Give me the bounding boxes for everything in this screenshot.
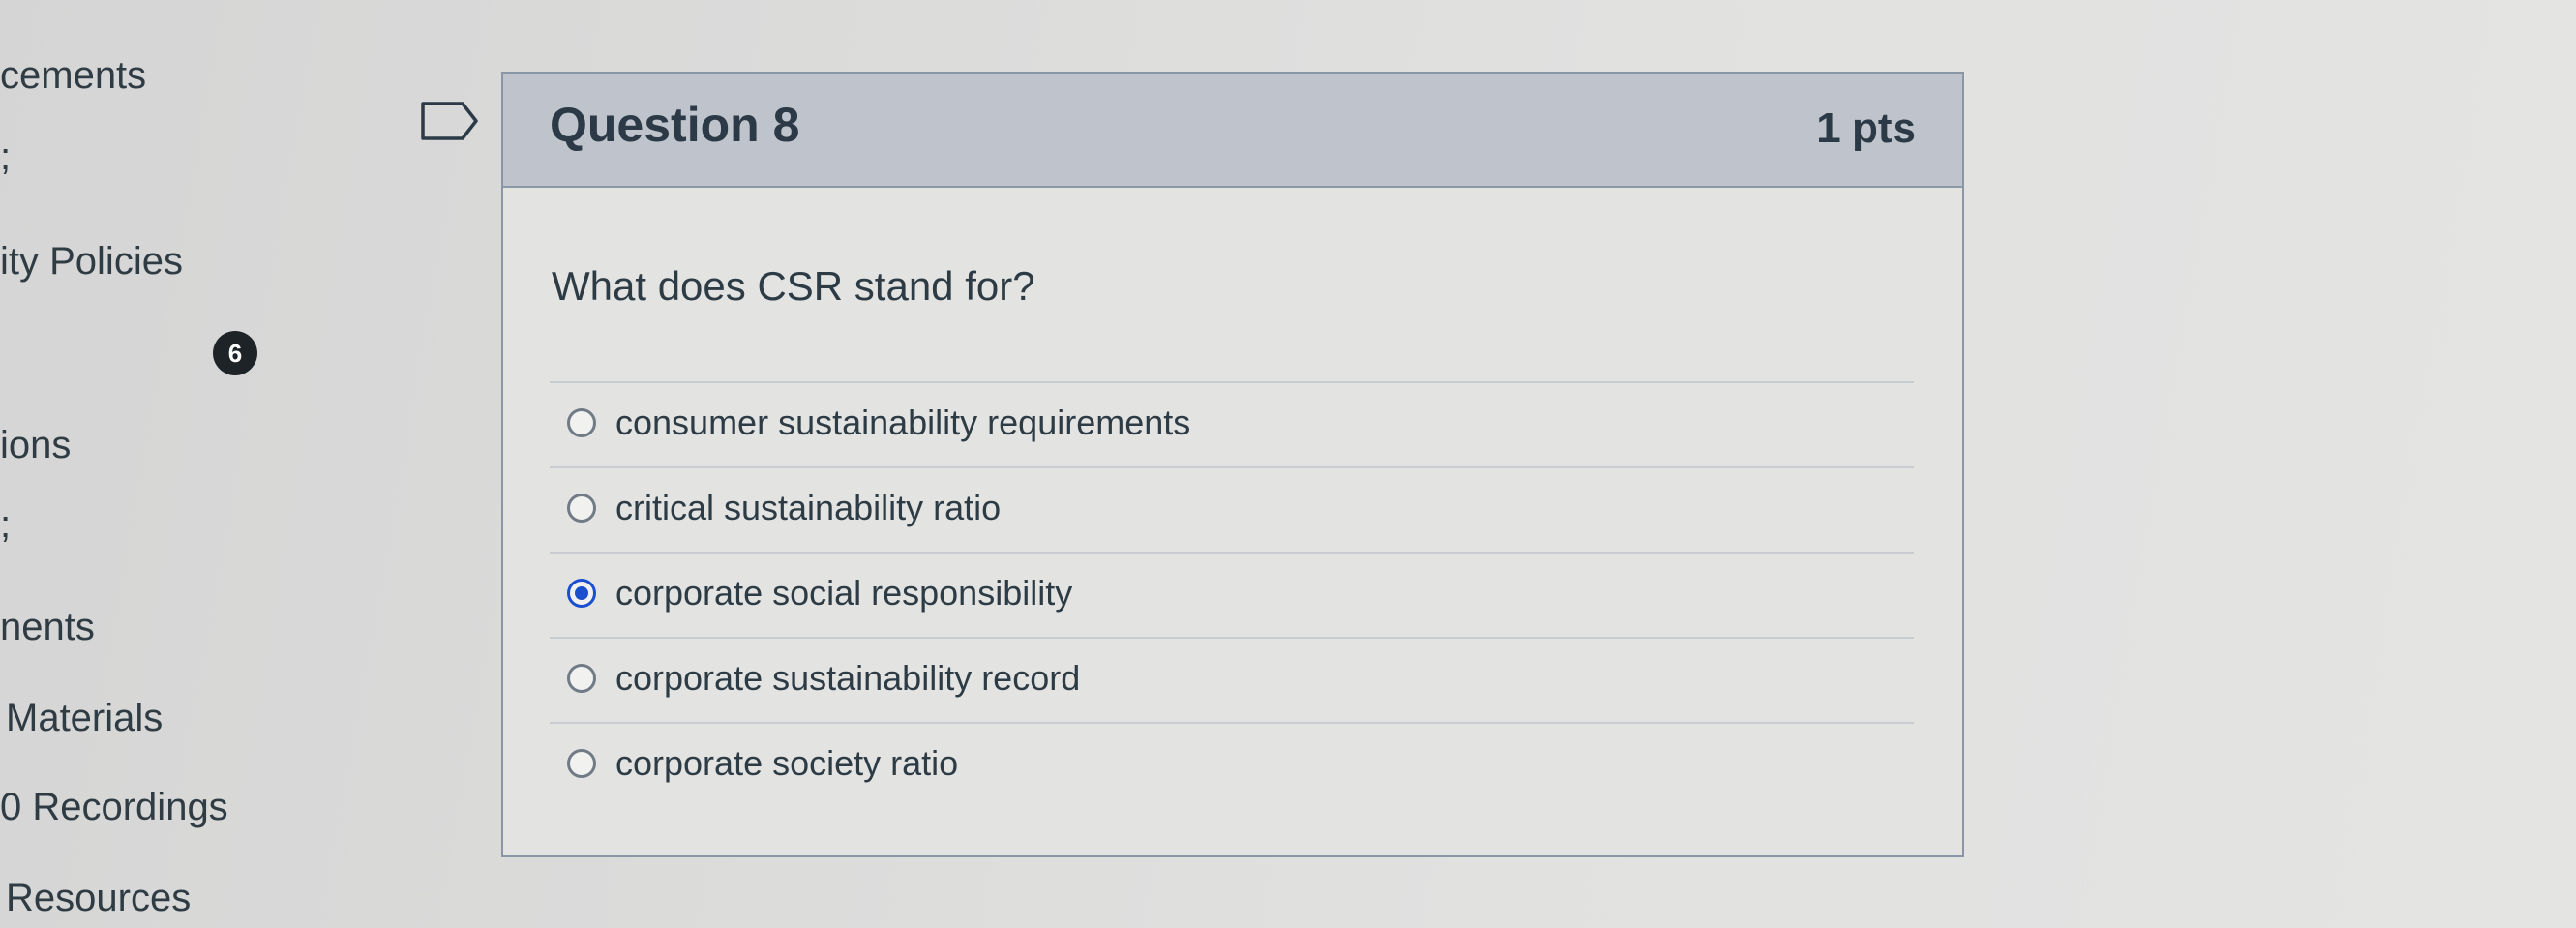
- radio-button[interactable]: [567, 749, 596, 778]
- course-nav-sidebar: cements ; ity Policies 6 ions ; nents Ma…: [0, 0, 290, 928]
- sidebar-item-policies[interactable]: ity Policies: [0, 240, 183, 284]
- question-card: Question 8 1 pts What does CSR stand for…: [501, 72, 1964, 857]
- notification-badge: 6: [213, 331, 257, 375]
- answer-label[interactable]: critical sustainability ratio: [615, 488, 1001, 528]
- answer-option[interactable]: critical sustainability ratio: [550, 466, 1914, 552]
- radio-button[interactable]: [567, 408, 596, 437]
- sidebar-item-discussions[interactable]: ions: [0, 424, 71, 467]
- sidebar-item-assignments[interactable]: nents: [0, 606, 95, 649]
- answer-option[interactable]: consumer sustainability requirements: [550, 381, 1914, 466]
- radio-button[interactable]: [567, 664, 596, 693]
- question-points: 1 pts: [1816, 105, 1916, 152]
- answer-label[interactable]: corporate social responsibility: [615, 573, 1072, 614]
- question-header: Question 8 1 pts: [503, 74, 1962, 188]
- radio-button[interactable]: [567, 494, 596, 523]
- sidebar-item-resources[interactable]: Resources: [6, 877, 191, 920]
- sidebar-item-cropped[interactable]: ;: [0, 135, 11, 179]
- answer-list: consumer sustainability requirements cri…: [550, 381, 1914, 807]
- answer-label[interactable]: consumer sustainability requirements: [615, 403, 1190, 443]
- answer-label[interactable]: corporate sustainability record: [615, 658, 1080, 699]
- flag-icon[interactable]: [420, 101, 480, 141]
- answer-option-selected[interactable]: corporate social responsibility: [550, 552, 1914, 637]
- sidebar-item-recordings[interactable]: 0 Recordings: [0, 786, 228, 829]
- question-text: What does CSR stand for?: [552, 263, 1035, 309]
- sidebar-item-cropped[interactable]: ;: [0, 503, 11, 547]
- answer-option[interactable]: corporate sustainability record: [550, 637, 1914, 722]
- question-title: Question 8: [550, 98, 800, 152]
- answer-option[interactable]: corporate society ratio: [550, 722, 1914, 807]
- answer-label[interactable]: corporate society ratio: [615, 743, 958, 784]
- radio-button-selected[interactable]: [567, 579, 596, 608]
- sidebar-item-materials[interactable]: Materials: [6, 697, 163, 740]
- sidebar-item-announcements[interactable]: cements: [0, 54, 146, 98]
